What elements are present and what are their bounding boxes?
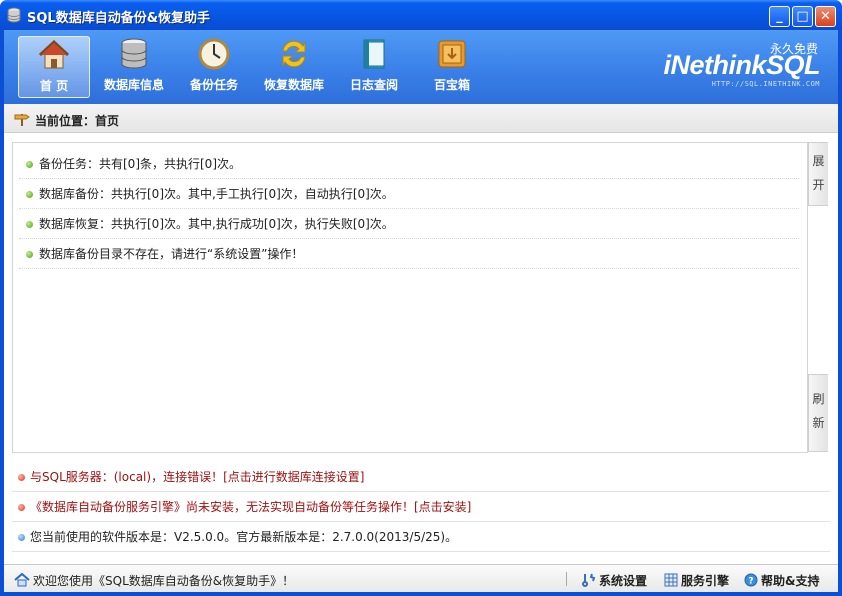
toolbar-home[interactable]: 首 页 [18, 36, 90, 98]
toolbar-toolbox[interactable]: 百宝箱 [420, 36, 484, 98]
toolbar-toolbox-label: 百宝箱 [433, 78, 470, 92]
home-icon [14, 573, 30, 587]
expand-tab[interactable]: 展 开 [808, 142, 828, 206]
sql-connection-error-link[interactable]: 与SQL服务器：(local)，连接错误！[点击进行数据库连接设置] [12, 462, 830, 492]
app-window: SQL数据库自动备份&恢复助手 _ □ ✕ 首 页 数据库信息 备份任务 恢复数… [0, 0, 842, 596]
version-info: 您当前使用的软件版本是：V2.5.0.0。官方最新版本是：2.7.0.0(201… [12, 522, 830, 552]
toolbar-restore-database-label: 恢复数据库 [263, 78, 324, 92]
info-icon [18, 534, 25, 541]
toolbar-log-viewer-label: 日志查阅 [349, 78, 398, 92]
brand-logo: iNethinkSQL [663, 50, 820, 80]
brand-url: HTTP://SQL.INETHINK.COM [711, 80, 820, 88]
minimize-icon: _ [776, 9, 783, 24]
summary-panel: 备份任务：共有[0]条，共执行[0]次。 数据库备份：共执行[0]次。其中,手工… [12, 142, 808, 453]
status-messages: 与SQL服务器：(local)，连接错误！[点击进行数据库连接设置] 《数据库自… [12, 462, 830, 552]
grid-icon [664, 573, 678, 587]
toolbar-database-info[interactable]: 数据库信息 [98, 36, 170, 98]
main-toolbar: 首 页 数据库信息 备份任务 恢复数据库 日志查阅 百宝箱 永久免费 iNeth… [4, 30, 838, 104]
database-app-icon [7, 7, 21, 23]
system-settings-button[interactable]: 系统设置 [582, 572, 647, 589]
welcome-message: 欢迎您使用《SQL数据库自动备份&恢复助手》！ [14, 572, 294, 589]
error-icon [18, 474, 25, 481]
list-item: 数据库恢复：共执行[0]次。其中,执行成功[0]次，执行失败[0]次。 [19, 209, 799, 239]
breadcrumb-text: 当前位置：首页 [35, 114, 120, 128]
error-icon [18, 504, 25, 511]
toolbar-restore-database[interactable]: 恢复数据库 [256, 36, 332, 98]
bullet-icon [26, 251, 33, 258]
database-icon [121, 38, 147, 69]
toolbar-log-viewer[interactable]: 日志查阅 [342, 36, 406, 98]
title-bar[interactable]: SQL数据库自动备份&恢复助手 _ □ ✕ [0, 0, 842, 30]
signpost-icon [14, 114, 30, 126]
svg-text:?: ? [748, 577, 753, 587]
main-frame: 首 页 数据库信息 备份任务 恢复数据库 日志查阅 百宝箱 永久免费 iNeth… [4, 30, 838, 592]
clock-icon [198, 38, 230, 70]
toolbar-backup-tasks-label: 备份任务 [189, 78, 238, 92]
bullet-icon [26, 221, 33, 228]
book-icon [363, 39, 385, 69]
list-item: 数据库备份目录不存在，请进行“系统设置”操作！ [19, 239, 799, 269]
toolbar-database-info-label: 数据库信息 [103, 78, 164, 92]
maximize-button[interactable]: □ [792, 6, 813, 27]
window-title: SQL数据库自动备份&恢复助手 [27, 11, 211, 26]
bullet-icon [26, 161, 33, 168]
service-install-link[interactable]: 《数据库自动备份服务引擎》尚未安装，无法实现自动备份等任务操作！[点击安装] [12, 492, 830, 522]
maximize-icon: □ [796, 9, 809, 24]
bullet-icon [26, 191, 33, 198]
divider [566, 572, 567, 586]
close-icon: ✕ [820, 9, 831, 24]
list-item: 备份任务：共有[0]条，共执行[0]次。 [19, 149, 799, 179]
home-icon [38, 39, 70, 69]
service-engine-button[interactable]: 服务引擎 [664, 572, 729, 589]
breadcrumb: 当前位置：首页 [4, 104, 838, 133]
list-item: 数据库备份：共执行[0]次。其中,手工执行[0]次，自动执行[0]次。 [19, 179, 799, 209]
toolbar-home-label: 首 页 [39, 79, 69, 93]
refresh-tab[interactable]: 刷 新 [808, 374, 828, 452]
minimize-button[interactable]: _ [769, 6, 790, 27]
help-support-button[interactable]: ? 帮助&支持 [744, 572, 819, 589]
toolbar-backup-tasks[interactable]: 备份任务 [182, 36, 246, 98]
close-button[interactable]: ✕ [815, 6, 836, 27]
help-icon: ? [744, 573, 758, 587]
wrench-icon [582, 573, 596, 587]
refresh-icon [282, 40, 306, 68]
toolbox-icon [438, 40, 466, 68]
status-bar: 欢迎您使用《SQL数据库自动备份&恢复助手》！ 系统设置 服务引擎 ? 帮助&支持 [4, 564, 838, 592]
